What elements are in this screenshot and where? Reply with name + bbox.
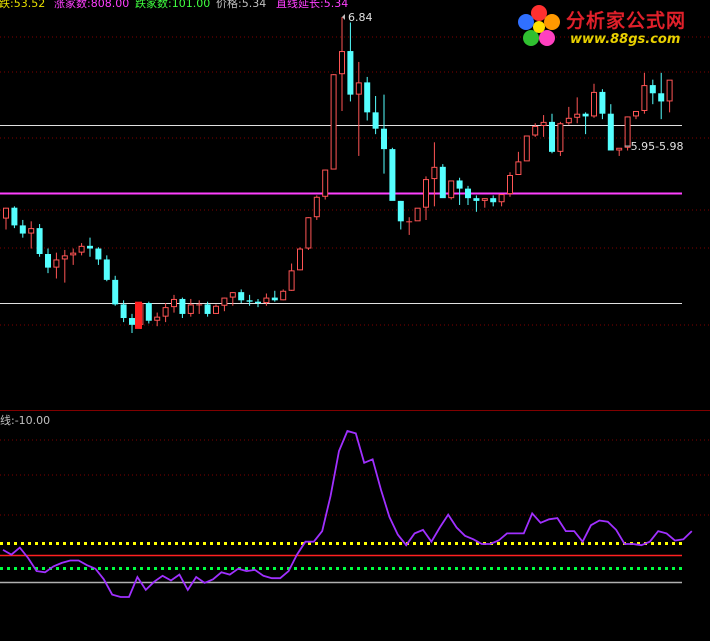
candle-body-40 xyxy=(339,51,345,75)
candle-body-11 xyxy=(95,248,102,260)
candle-body-34 xyxy=(288,270,295,291)
candle-body-38 xyxy=(322,169,329,197)
candle-body-24 xyxy=(204,304,211,314)
candle-body-71 xyxy=(599,91,606,114)
candle-body-26 xyxy=(221,297,228,306)
candle-body-59 xyxy=(498,194,505,203)
candle-body-7 xyxy=(61,255,68,260)
logo-title: 分析家公式网 xyxy=(566,10,687,32)
candle-body-49 xyxy=(414,207,421,222)
candle-body-8 xyxy=(70,252,77,256)
candle-body-45 xyxy=(381,128,387,150)
candle-body-58 xyxy=(490,198,497,203)
candle-body-46 xyxy=(389,149,396,201)
candle-body-39 xyxy=(330,74,337,170)
candle-body-9 xyxy=(78,245,85,253)
candle-body-21 xyxy=(179,298,186,314)
candle-body-36 xyxy=(305,217,312,249)
candle-body-60 xyxy=(507,175,513,195)
candle-body-28 xyxy=(238,292,245,301)
candle-body-1 xyxy=(11,207,18,226)
candle-body-3 xyxy=(28,228,35,234)
candle-body-48 xyxy=(406,221,413,223)
candle-body-50 xyxy=(423,179,429,208)
candle-body-52 xyxy=(439,166,446,199)
candle-body-22 xyxy=(187,304,194,314)
candle-body-20 xyxy=(171,298,177,308)
indicator-label: 线:-10.00 xyxy=(0,414,51,427)
candle-body-33 xyxy=(280,290,287,301)
header-item-up-count: 涨家数:808.00 xyxy=(54,0,130,10)
header-item-extension: 直线延长:5.34 xyxy=(276,0,349,10)
candle-body-15 xyxy=(129,318,135,325)
candle-body-78 xyxy=(658,93,665,102)
candle-body-73 xyxy=(616,147,623,151)
candle-body-30 xyxy=(255,301,261,304)
candle-body-69 xyxy=(582,113,589,117)
candle-body-37 xyxy=(313,196,320,218)
candle-body-53 xyxy=(448,180,455,199)
candle-body-23 xyxy=(196,304,203,306)
candle-body-13 xyxy=(112,279,119,305)
highlight-candle xyxy=(135,301,142,329)
candle-body-56 xyxy=(473,198,480,201)
candle-body-31 xyxy=(263,297,270,304)
candle-body-54 xyxy=(456,180,463,189)
candle-body-4 xyxy=(36,228,43,254)
range-annotation-label: 5.95-5.98 xyxy=(631,140,684,153)
candle-body-32 xyxy=(271,297,278,301)
candle-body-5 xyxy=(45,254,51,268)
candle-body-35 xyxy=(297,248,303,271)
candle-body-0 xyxy=(3,207,9,219)
candle-body-41 xyxy=(347,51,354,95)
candle-body-70 xyxy=(591,91,597,117)
candle-body-6 xyxy=(53,259,60,268)
candle-body-57 xyxy=(481,198,488,201)
candle-body-65 xyxy=(549,121,555,152)
candle-body-55 xyxy=(465,188,471,199)
logo-url: www.88gs.com xyxy=(570,32,681,47)
site-logo: 分析家公式网 www.88gs.com xyxy=(514,2,710,52)
candle-body-42 xyxy=(355,82,362,95)
candle-body-79 xyxy=(666,79,673,102)
max-annotation-label: 6.84 xyxy=(348,11,373,24)
candle-body-10 xyxy=(87,245,93,249)
candle-body-74 xyxy=(624,116,631,148)
chart-canvas[interactable]: 6.84 5.95-5.98 xyxy=(0,0,710,641)
header-item-fall: 跌:53.52 xyxy=(0,0,46,10)
candle-body-27 xyxy=(229,292,236,298)
candle-body-43 xyxy=(364,82,371,113)
candle-body-63 xyxy=(532,125,539,136)
candle-body-75 xyxy=(633,110,639,117)
candle-body-64 xyxy=(540,121,547,126)
candle-body-29 xyxy=(246,300,253,302)
candle-body-77 xyxy=(649,85,656,94)
flower-logo-icon xyxy=(518,5,560,46)
candle-body-25 xyxy=(213,305,219,314)
candle-body-76 xyxy=(641,85,648,111)
candle-body-67 xyxy=(565,117,572,124)
candle-body-47 xyxy=(397,200,404,222)
candle-body-18 xyxy=(154,316,161,321)
indicator-line xyxy=(2,429,693,598)
candle-body-19 xyxy=(162,307,169,317)
candle-body-17 xyxy=(145,303,152,321)
candle-body-2 xyxy=(19,225,26,234)
candle-body-14 xyxy=(120,304,127,319)
header-item-down-count: 跌家数:101.00 xyxy=(135,0,211,10)
candle-body-61 xyxy=(515,161,522,175)
candle-body-12 xyxy=(103,259,110,280)
candle-body-66 xyxy=(557,123,564,152)
candle-body-68 xyxy=(574,113,581,118)
candle-body-72 xyxy=(607,113,614,151)
candle-body-62 xyxy=(523,135,530,162)
chart-window: 6.84 5.95-5.98 跌:53.52 涨家数:808.00 跌家数:101… xyxy=(0,0,710,641)
candle-body-44 xyxy=(372,112,379,129)
header-item-price: 价格:5.34 xyxy=(216,0,267,10)
candle-body-51 xyxy=(431,166,438,180)
